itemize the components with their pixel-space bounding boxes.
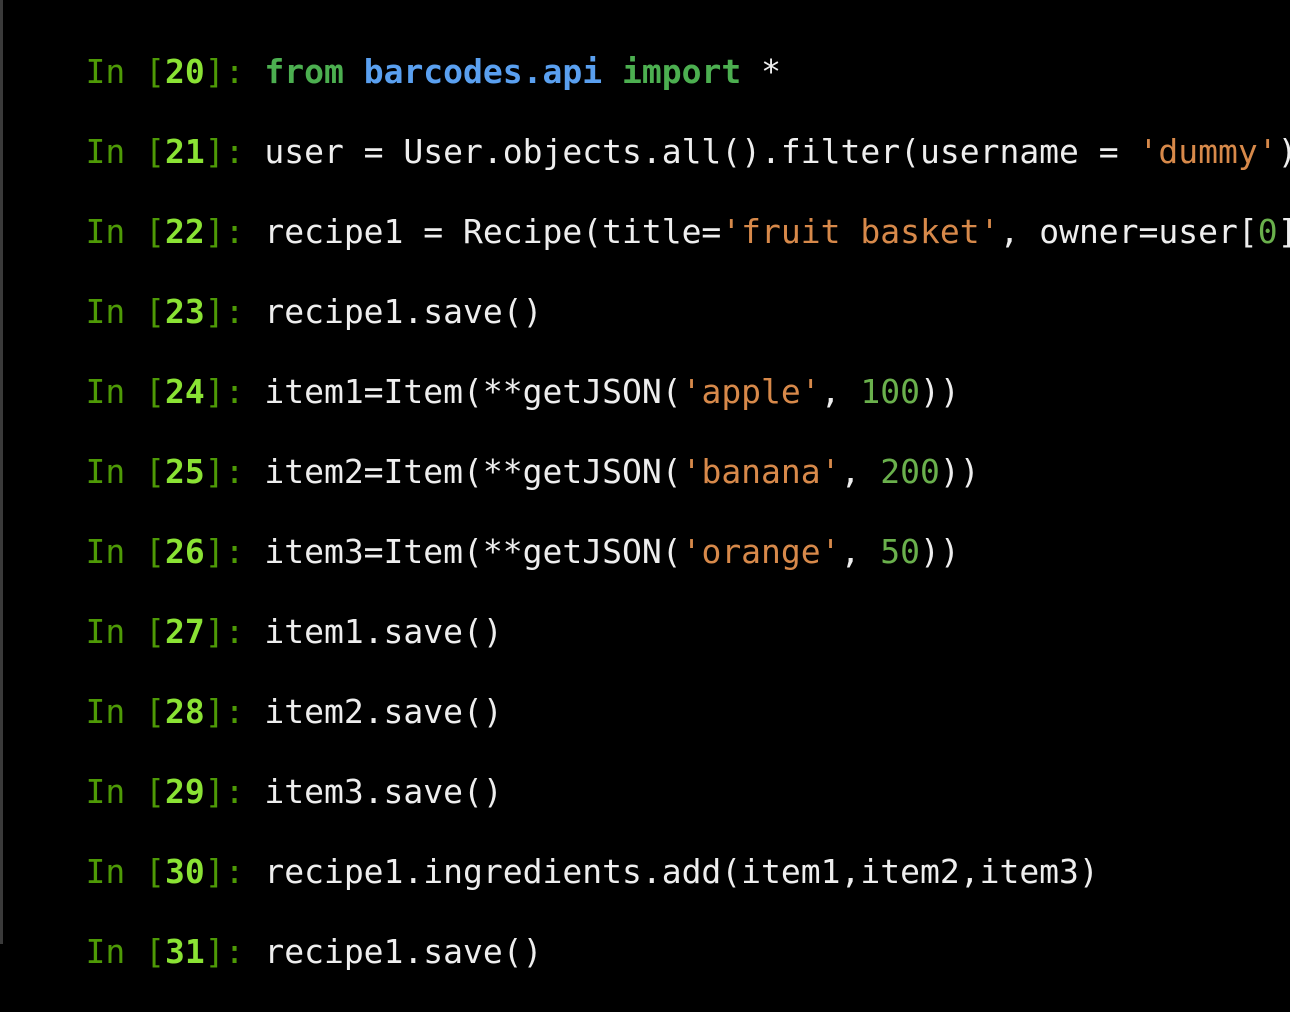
prompt-label: In <box>85 932 126 971</box>
prompt-number: 30 <box>164 852 205 891</box>
prompt-number: 26 <box>164 532 205 571</box>
prompt-number: 31 <box>164 932 205 971</box>
code-token: import <box>622 52 742 91</box>
input-line-31[interactable]: In [31]: recipe1.save() <box>6 892 542 971</box>
prompt-number: 28 <box>164 692 205 731</box>
prompt-number: 24 <box>164 372 205 411</box>
prompt-label: In <box>85 372 126 411</box>
code-token: item2=Item(**getJSON( <box>264 452 682 491</box>
input-line-30[interactable]: In [30]: recipe1.ingredients.add(item1,i… <box>6 812 1098 891</box>
prompt-number: 25 <box>164 452 205 491</box>
code-token: * <box>741 52 781 91</box>
prompt-label: In <box>85 452 126 491</box>
prompt-label: In <box>85 212 126 251</box>
code-token: ]) <box>1278 212 1290 251</box>
code-token: )) <box>920 532 960 571</box>
prompt-label: In <box>85 772 126 811</box>
code-token: 200 <box>880 452 940 491</box>
ipython-terminal[interactable]: In [20]: from barcodes.api import * In [… <box>6 0 1290 971</box>
code-token: )) <box>939 452 980 491</box>
code-token: item3.save() <box>264 772 503 811</box>
code-token: recipe1 = Recipe(title= <box>264 212 722 251</box>
code-token: , <box>840 452 881 491</box>
code-token: , <box>840 532 881 571</box>
input-line-24[interactable]: In [24]: item1=Item(**getJSON('apple', 1… <box>6 332 959 411</box>
input-line-29[interactable]: In [29]: item3.save() <box>6 732 502 811</box>
code-token: from <box>264 52 344 91</box>
code-token: ) <box>1278 132 1290 171</box>
prompt-number: 23 <box>164 292 205 331</box>
code-token: 'fruit basket' <box>721 212 1000 251</box>
prompt-number: 22 <box>164 212 205 251</box>
code-token: recipe1.ingredients.add(item1,item2,item… <box>264 852 1099 891</box>
prompt-label: In <box>85 612 126 651</box>
code-token: item2.save() <box>264 692 503 731</box>
code-token: item3=Item(**getJSON( <box>264 532 682 571</box>
input-line-21[interactable]: In [21]: user = User.objects.all().filte… <box>6 92 1290 171</box>
input-line-20[interactable]: In [20]: from barcodes.api import * <box>6 12 780 91</box>
prompt-number: 21 <box>164 132 205 171</box>
code-token: item1=Item(**getJSON( <box>264 372 682 411</box>
prompt-label: In <box>85 132 126 171</box>
input-line-27[interactable]: In [27]: item1.save() <box>6 572 502 651</box>
code-token: 'apple' <box>681 372 821 411</box>
prompt-label: In <box>85 532 126 571</box>
input-line-28[interactable]: In [28]: item2.save() <box>6 652 502 731</box>
input-line-22[interactable]: In [22]: recipe1 = Recipe(title='fruit b… <box>6 172 1290 251</box>
prompt-label: In <box>85 852 126 891</box>
code-token: item1.save() <box>264 612 503 651</box>
prompt-number: 27 <box>164 612 205 651</box>
prompt-label: In <box>85 52 126 91</box>
code-token: 'orange' <box>681 532 841 571</box>
prompt-label: In <box>85 292 126 331</box>
code-token: 'dummy' <box>1138 132 1278 171</box>
code-token: recipe1.save() <box>264 292 543 331</box>
code-token: , owner=user[ <box>999 212 1258 251</box>
input-line-26[interactable]: In [26]: item3=Item(**getJSON('orange', … <box>6 492 959 571</box>
code-token: recipe1.save() <box>264 932 543 971</box>
input-line-25[interactable]: In [25]: item2=Item(**getJSON('banana', … <box>6 412 979 491</box>
code-token: user = User.objects.all().filter(usernam… <box>264 132 1139 171</box>
code-token: barcodes.api <box>363 52 603 91</box>
code-token: 50 <box>880 532 921 571</box>
input-line-23[interactable]: In [23]: recipe1.save() <box>6 252 542 331</box>
prompt-label: In <box>85 692 126 731</box>
code-token: )) <box>920 372 960 411</box>
code-token: 0 <box>1257 212 1278 251</box>
prompt-number: 20 <box>164 52 205 91</box>
prompt-number: 29 <box>164 772 205 811</box>
code-token: 'banana' <box>681 452 841 491</box>
code-token: , <box>820 372 861 411</box>
code-token: 100 <box>860 372 921 411</box>
window-edge <box>0 0 3 944</box>
